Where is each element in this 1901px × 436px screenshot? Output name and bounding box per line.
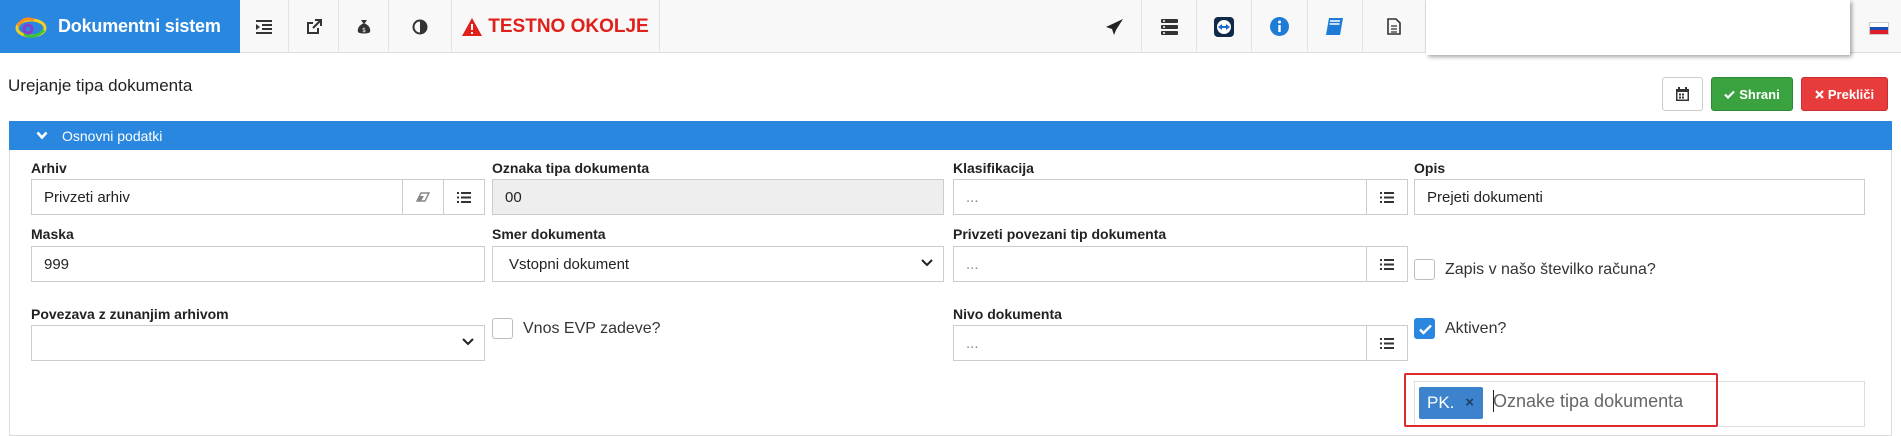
maska-label: Maska <box>31 226 74 242</box>
save-button[interactable]: Shrani <box>1711 77 1793 111</box>
list-icon <box>1380 191 1394 203</box>
smer-select[interactable]: Vstopni dokument <box>492 246 944 282</box>
oznaka-label: Oznaka tipa dokumenta <box>492 160 650 176</box>
page-title: Urejanje tipa dokumenta <box>8 76 193 95</box>
evp-checkbox[interactable] <box>492 318 513 339</box>
money-bag-button[interactable]: $ <box>339 0 389 53</box>
send-button[interactable] <box>1088 0 1142 53</box>
environment-label: TESTNO OKOLJE <box>488 15 649 37</box>
panel-title: Osnovni podatki <box>62 127 163 144</box>
contrast-button[interactable] <box>389 0 452 53</box>
external-link-button[interactable] <box>289 0 339 53</box>
server-icon <box>1160 18 1178 35</box>
paper-plane-icon <box>1106 18 1123 35</box>
oznaka-input: 00 <box>492 179 944 215</box>
book-icon <box>1326 18 1343 35</box>
svg-text:$: $ <box>362 27 366 34</box>
chevron-down-icon <box>462 338 474 346</box>
smer-value: Vstopni dokument <box>509 255 630 273</box>
save-label: Shrani <box>1739 86 1780 102</box>
arhiv-list-button[interactable] <box>443 179 485 215</box>
opis-input[interactable]: Prejeti dokumenti <box>1414 179 1865 215</box>
nivo-label: Nivo dokumenta <box>953 306 1062 322</box>
close-icon <box>1815 89 1824 99</box>
money-bag-icon: $ <box>357 19 370 34</box>
check-icon <box>1419 324 1432 335</box>
povezani-input[interactable]: ... <box>953 246 1368 282</box>
warning-icon <box>462 17 483 36</box>
calendar-button[interactable] <box>1662 77 1703 111</box>
external-link-icon <box>306 18 322 34</box>
eraser-icon <box>416 192 430 202</box>
maska-input[interactable]: 999 <box>31 246 485 282</box>
document-icon <box>1387 18 1401 35</box>
teamviewer-icon <box>1214 16 1234 37</box>
povezani-list-button[interactable] <box>1366 246 1408 282</box>
chevron-down-icon <box>921 259 933 267</box>
nivo-input[interactable]: ... <box>953 325 1368 361</box>
highlight-box <box>1404 373 1718 427</box>
indent-icon <box>256 19 272 34</box>
brand[interactable]: Dokumentni sistem <box>0 0 240 53</box>
slovenia-flag-icon[interactable] <box>1869 22 1889 35</box>
info-icon <box>1270 17 1289 36</box>
arhiv-label: Arhiv <box>31 160 67 176</box>
list-icon <box>1380 258 1394 270</box>
zapis-checkbox[interactable] <box>1414 259 1435 280</box>
aktiven-label: Aktiven? <box>1445 320 1507 337</box>
evp-label: Vnos EVP zadeve? <box>523 320 661 337</box>
server-button[interactable] <box>1142 0 1197 53</box>
check-icon <box>1724 90 1736 99</box>
top-navbar: Dokumentni sistem $ TESTNO OKOLJE <box>0 0 1901 55</box>
arhiv-clear-button[interactable] <box>402 179 444 215</box>
indent-button[interactable] <box>240 0 289 53</box>
list-icon <box>457 191 471 203</box>
klasifikacija-list-button[interactable] <box>1366 179 1408 215</box>
manual-button[interactable] <box>1308 0 1363 53</box>
user-panel[interactable] <box>1426 0 1850 55</box>
cancel-button[interactable]: Prekliči <box>1801 77 1888 111</box>
povezani-label: Privzeti povezani tip dokumenta <box>953 226 1167 242</box>
chevron-down-icon <box>36 131 48 140</box>
calendar-icon <box>1676 87 1689 101</box>
klasifikacija-input[interactable]: ... <box>953 179 1368 215</box>
klasifikacija-label: Klasifikacija <box>953 160 1034 176</box>
app-title: Dokumentni sistem <box>58 16 221 36</box>
zapis-label: Zapis v našo številko računa? <box>1445 261 1656 278</box>
panel-header[interactable]: Osnovni podatki <box>9 121 1892 150</box>
cancel-label: Prekliči <box>1827 86 1875 102</box>
aktiven-checkbox[interactable] <box>1414 318 1435 339</box>
logo-icon <box>14 14 48 40</box>
test-environment-badge[interactable]: TESTNO OKOLJE <box>452 0 660 53</box>
povezava-label: Povezava z zunanjim arhivom <box>31 306 229 322</box>
info-button[interactable] <box>1252 0 1308 53</box>
contrast-icon <box>412 19 428 34</box>
teamviewer-button[interactable] <box>1197 0 1252 53</box>
list-icon <box>1380 337 1394 349</box>
document-button[interactable] <box>1363 0 1426 53</box>
arhiv-input[interactable]: Privzeti arhiv <box>31 179 404 215</box>
nivo-list-button[interactable] <box>1366 325 1408 361</box>
smer-label: Smer dokumenta <box>492 226 606 242</box>
povezava-select[interactable] <box>31 325 485 361</box>
opis-label: Opis <box>1414 160 1446 176</box>
